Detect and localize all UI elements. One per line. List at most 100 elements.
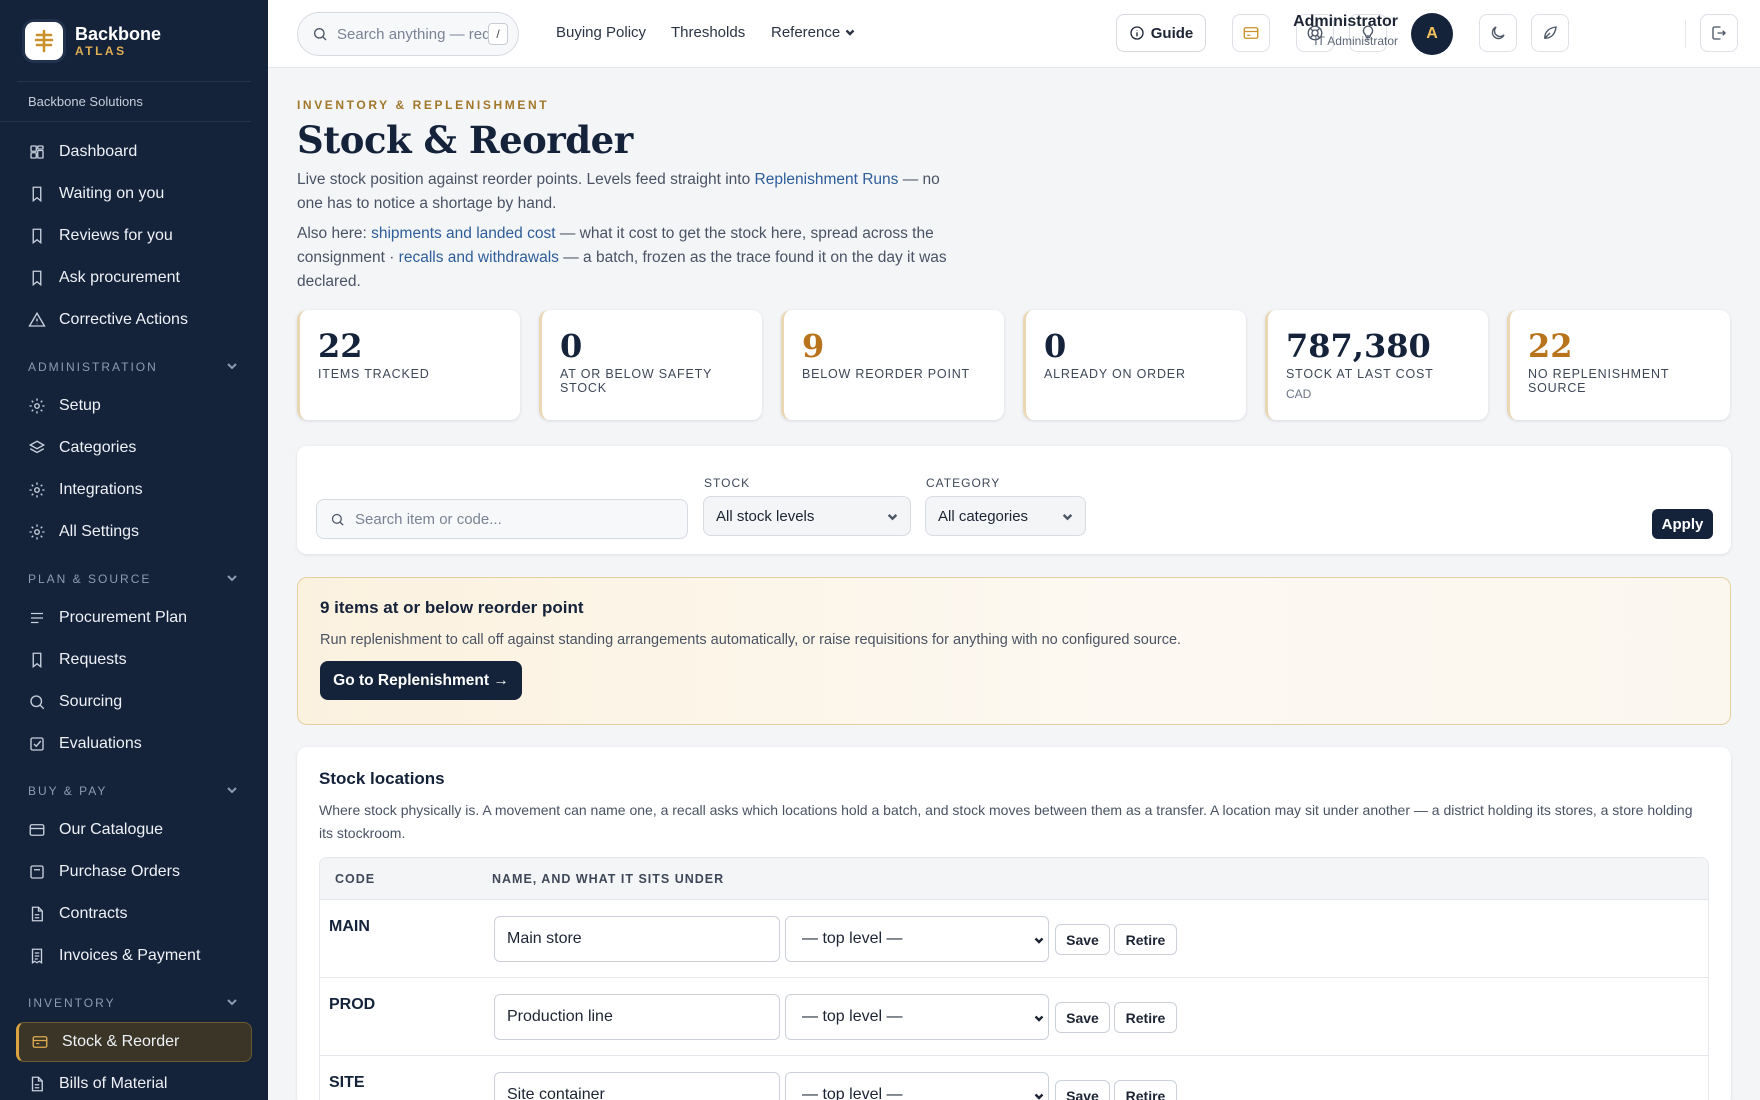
page-also-here: Also here: shipments and landed cost — w… — [297, 222, 957, 294]
search-shortcut-key: / — [488, 23, 508, 45]
recalls-withdrawals-link[interactable]: recalls and withdrawals — [399, 249, 559, 266]
document-icon — [28, 905, 46, 923]
sidebar-item-label: Dashboard — [59, 143, 138, 160]
stock-level-select[interactable]: All stock levels — [703, 496, 911, 536]
chevron-down-icon — [887, 513, 898, 521]
sidebar-section-header[interactable]: ADMINISTRATION — [0, 350, 268, 384]
stat-value: 22 — [318, 327, 363, 365]
leaf-icon — [1544, 26, 1557, 39]
layers-icon — [28, 439, 46, 457]
go-to-replenishment-button[interactable]: Go to Replenishment → — [320, 661, 522, 700]
stock-filter-label: STOCK — [704, 476, 751, 490]
stat-value: 787,380 — [1286, 327, 1431, 365]
sidebar-item-requests[interactable]: Requests — [16, 640, 252, 680]
sidebar-item-label: Setup — [59, 397, 101, 414]
wallet-button[interactable] — [1232, 14, 1270, 52]
chevron-down-icon — [226, 996, 238, 1011]
gear-icon — [28, 481, 46, 499]
feedback-button[interactable] — [1531, 14, 1569, 52]
sidebar-item-invoices-payment[interactable]: Invoices & Payment — [16, 936, 252, 976]
sidebar: Backbone ATLAS Backbone Solutions Dashbo… — [0, 0, 268, 1100]
bookmark-icon — [28, 227, 46, 245]
location-name-input[interactable]: Site container — [494, 1072, 780, 1100]
replenishment-runs-link[interactable]: Replenishment Runs — [755, 171, 899, 188]
sidebar-item-label: Purchase Orders — [59, 863, 180, 880]
dashboard-icon — [28, 143, 46, 161]
retire-button[interactable]: Retire — [1114, 1080, 1177, 1100]
topnav-reference[interactable]: Reference — [771, 24, 855, 41]
chevron-down-icon — [226, 784, 238, 799]
stat-card: 9 BELOW REORDER POINT — [781, 310, 1004, 420]
sidebar-section-header[interactable]: INVENTORY — [0, 986, 268, 1020]
sidebar-item-waiting-on-you[interactable]: Waiting on you — [16, 174, 252, 214]
topnav-thresholds[interactable]: Thresholds — [671, 24, 745, 41]
dark-mode-button[interactable] — [1479, 14, 1517, 52]
intro-text-a: Live stock position against reorder poin… — [297, 171, 755, 188]
stock-locations-description: Where stock physically is. A movement ca… — [319, 802, 1693, 841]
table-row: SITE Site container — top level — Save Retir… — [320, 1056, 1708, 1100]
retire-button[interactable]: Retire — [1114, 924, 1177, 955]
table-header: CODE NAME, AND WHAT IT SITS UNDER — [320, 858, 1708, 900]
bookmark-icon — [28, 269, 46, 287]
sidebar-item-integrations[interactable]: Integrations — [16, 470, 252, 510]
save-button[interactable]: Save — [1055, 1002, 1110, 1033]
category-select[interactable]: All categories — [925, 496, 1086, 536]
logout-button[interactable] — [1700, 14, 1738, 52]
sidebar-item-corrective-actions[interactable]: Corrective Actions — [16, 300, 252, 340]
user-info[interactable]: Administrator IT Administrator — [1271, 13, 1398, 48]
sidebar-item-procurement-plan[interactable]: Procurement Plan — [16, 598, 252, 638]
sidebar-item-bills-of-material[interactable]: Bills of Material — [16, 1064, 252, 1100]
save-button[interactable]: Save — [1055, 1080, 1110, 1100]
sidebar-section-title: PLAN & SOURCE — [28, 572, 152, 586]
sidebar-item-ask-procurement[interactable]: Ask procurement — [16, 258, 252, 298]
sidebar-item-categories[interactable]: Categories — [16, 428, 252, 468]
sidebar-section-header[interactable]: PLAN & SOURCE — [0, 562, 268, 596]
sidebar-item-stock-reorder[interactable]: Stock & Reorder — [16, 1022, 252, 1062]
category-value: All categories — [938, 507, 1029, 525]
item-search-input[interactable]: Search item or code... — [316, 499, 688, 539]
parent-location-select[interactable]: — top level — — [785, 916, 1049, 962]
sidebar-item-reviews-for-you[interactable]: Reviews for you — [16, 216, 252, 256]
global-search-input[interactable]: Search anything — req / — [297, 12, 519, 56]
sidebar-item-evaluations[interactable]: Evaluations — [16, 724, 252, 764]
shipments-landed-cost-link[interactable]: shipments and landed cost — [371, 225, 555, 242]
retire-button[interactable]: Retire — [1114, 1002, 1177, 1033]
sidebar-item-label: Bills of Material — [59, 1075, 168, 1092]
warning-icon — [28, 311, 46, 329]
document-icon — [28, 1075, 46, 1093]
location-name-input[interactable]: Production line — [494, 994, 780, 1040]
sidebar-section-title: ADMINISTRATION — [28, 360, 158, 374]
location-name-input[interactable]: Main store — [494, 916, 780, 962]
sidebar-item-dashboard[interactable]: Dashboard — [16, 132, 252, 172]
sidebar-item-label: Contracts — [59, 905, 128, 922]
sidebar-item-contracts[interactable]: Contracts — [16, 894, 252, 934]
page-eyebrow: INVENTORY & REPLENISHMENT — [297, 98, 550, 112]
parent-location-select[interactable]: — top level — — [785, 1072, 1049, 1100]
also-text-a: Also here: — [297, 225, 372, 242]
table-row: PROD Production line — top level — Save Reti… — [320, 978, 1708, 1056]
sidebar-section-header[interactable]: BUY & PAY — [0, 774, 268, 808]
sidebar-item-purchase-orders[interactable]: Purchase Orders — [16, 852, 252, 892]
sidebar-item-all-settings[interactable]: All Settings — [16, 512, 252, 552]
stat-label: BELOW REORDER POINT — [802, 367, 970, 381]
avatar[interactable]: A — [1411, 13, 1453, 55]
sidebar-item-label: Procurement Plan — [59, 609, 188, 626]
topnav-buying-policy[interactable]: Buying Policy — [556, 24, 646, 41]
table-body: MAIN Main store — top level — Save Retire PRO… — [320, 900, 1708, 1100]
search-icon — [331, 513, 344, 526]
search-icon — [28, 693, 46, 711]
main-content: INVENTORY & REPLENISHMENT Stock & Reorde… — [297, 68, 1731, 1100]
parent-location-select[interactable]: — top level — — [785, 994, 1049, 1040]
gear-icon — [28, 397, 46, 415]
stock-icon — [31, 1033, 49, 1051]
global-search-placeholder: Search anything — req — [337, 25, 491, 43]
bookmark-icon — [28, 185, 46, 203]
brand[interactable]: Backbone ATLAS — [17, 0, 251, 82]
sidebar-item-setup[interactable]: Setup — [16, 386, 252, 426]
apply-filters-button[interactable]: Apply — [1652, 509, 1713, 539]
save-button[interactable]: Save — [1055, 924, 1110, 955]
guide-button[interactable]: Guide — [1116, 14, 1206, 52]
sidebar-item-sourcing[interactable]: Sourcing — [16, 682, 252, 722]
sidebar-item-our-catalogue[interactable]: Our Catalogue — [16, 810, 252, 850]
sidebar-item-label: Reviews for you — [59, 227, 173, 244]
